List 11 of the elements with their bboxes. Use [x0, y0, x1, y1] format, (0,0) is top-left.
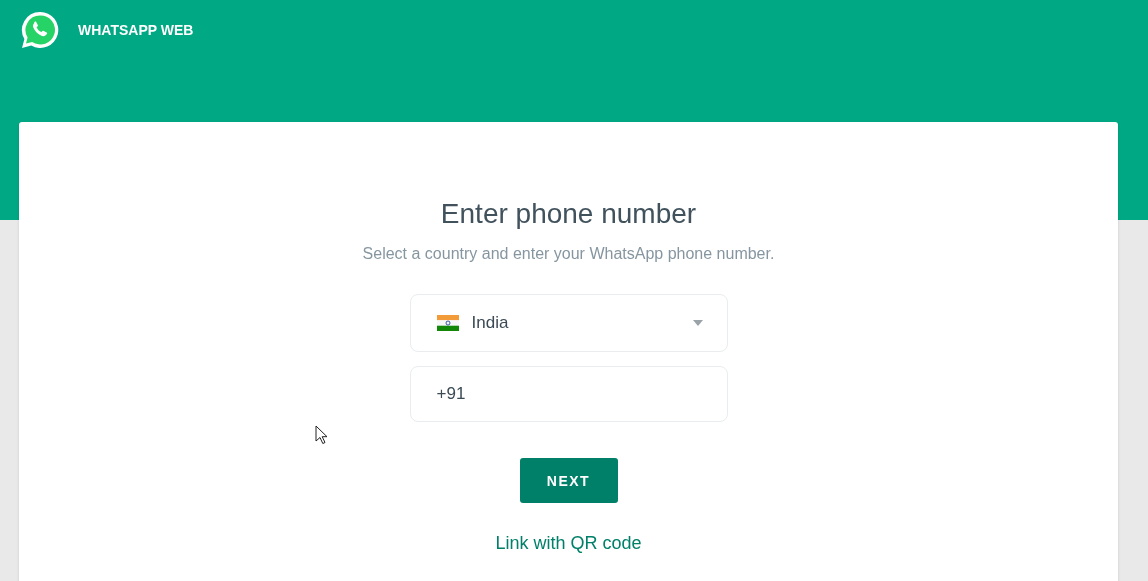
- instruction-text: Select a country and enter your WhatsApp phone number.: [362, 245, 775, 263]
- next-button[interactable]: NEXT: [519, 458, 618, 503]
- mouse-cursor-icon: [315, 425, 328, 445]
- qr-code-link[interactable]: Link with QR code: [495, 533, 642, 554]
- app-title: WHATSAPP WEB: [78, 22, 194, 38]
- caret-icon: [692, 320, 703, 326]
- flag-icon: [436, 315, 459, 331]
- page-heading: Enter phone number: [440, 198, 697, 230]
- phone-number-field[interactable]: +91: [409, 366, 728, 422]
- chat-bubble-phone-icon: [19, 9, 61, 51]
- country-select[interactable]: India: [409, 294, 728, 352]
